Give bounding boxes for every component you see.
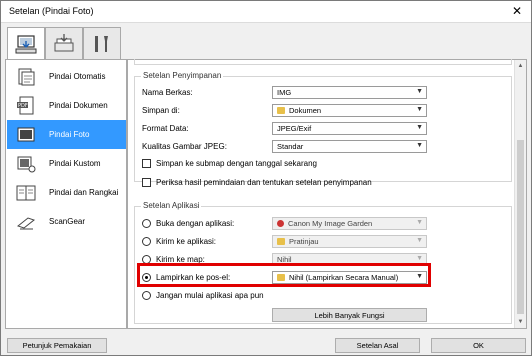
format-value: JPEG/Exif [277, 124, 312, 133]
close-icon[interactable]: ✕ [503, 1, 531, 22]
scan-from-computer-tab[interactable] [7, 27, 45, 60]
vertical-scrollbar[interactable]: ▲ ▼ [514, 60, 526, 328]
computer-scan-icon [15, 35, 37, 54]
chevron-down-icon: ▼ [416, 255, 423, 262]
custom-scan-icon [15, 153, 37, 175]
tools-icon [95, 35, 108, 52]
filename-value: IMG [277, 88, 292, 97]
open-with-radio[interactable] [142, 219, 151, 228]
chevron-down-icon: ▼ [416, 88, 423, 95]
window-title: Setelan (Pindai Foto) [9, 6, 94, 16]
photo-icon [15, 124, 37, 146]
scangear-icon [15, 211, 37, 233]
open-with-combo[interactable]: Canon My Image Garden ▼ [272, 217, 427, 230]
filename-combo[interactable]: IMG ▼ [272, 86, 427, 99]
chevron-down-icon: ▼ [416, 106, 423, 113]
send-to-app-label: Kirim ke aplikasi: [156, 237, 217, 246]
defaults-button[interactable]: Setelan Asal [335, 338, 420, 353]
chevron-down-icon: ▼ [416, 219, 423, 226]
save-in-label: Simpan di: [142, 106, 180, 115]
subfolder-checkbox[interactable] [142, 159, 151, 168]
chevron-down-icon: ▼ [416, 142, 423, 149]
nav-item-label: Pindai Otomatis [49, 72, 106, 81]
jpeg-quality-combo[interactable]: Standar ▼ [272, 140, 427, 153]
send-to-app-combo[interactable]: Pratinjau ▼ [272, 235, 427, 248]
device-scan-icon [54, 33, 74, 51]
chevron-down-icon: ▼ [416, 237, 423, 244]
scroll-down-icon[interactable]: ▼ [515, 316, 526, 328]
jpeg-quality-value: Standar [277, 142, 304, 151]
previous-group-edge [134, 59, 512, 65]
nav-item-custom-scan[interactable]: Pindai Kustom [7, 149, 126, 178]
nav-item-scangear[interactable]: ScanGear [7, 207, 126, 236]
send-to-app-radio[interactable] [142, 237, 151, 246]
scan-mode-list: Pindai Otomatis PDF Pindai Dokumen Pinda… [5, 59, 127, 329]
svg-text:PDF: PDF [18, 103, 28, 109]
do-not-start-label: Jangan mulai aplikasi apa pun [156, 291, 264, 300]
nav-item-label: Pindai dan Rangkai [49, 188, 119, 197]
app-logo-icon [277, 220, 284, 227]
tab-strip [1, 23, 531, 60]
nav-item-label: Pindai Kustom [49, 159, 101, 168]
nav-item-label: Pindai Dokumen [49, 101, 108, 110]
save-in-value: Dokumen [289, 106, 322, 115]
nav-item-document-scan[interactable]: PDF Pindai Dokumen [7, 91, 126, 120]
scroll-up-icon[interactable]: ▲ [515, 60, 526, 72]
stitch-icon [15, 182, 37, 204]
scrollbar-thumb[interactable] [517, 140, 524, 314]
save-in-combo[interactable]: Dokumen ▼ [272, 104, 427, 117]
nav-item-auto-scan[interactable]: Pindai Otomatis [7, 62, 126, 91]
folder-icon [277, 238, 285, 245]
settings-window: Setelan (Pindai Foto) ✕ Pindai Otomatis … [0, 0, 532, 356]
instructions-button[interactable]: Petunjuk Pemakaian [7, 338, 107, 353]
nav-item-label: ScanGear [49, 217, 86, 226]
jpeg-quality-label: Kualitas Gambar JPEG: [142, 142, 227, 151]
folder-icon [277, 107, 285, 114]
nav-item-scan-and-stitch[interactable]: Pindai dan Rangkai [7, 178, 126, 207]
ok-button[interactable]: OK [431, 338, 526, 353]
do-not-start-radio[interactable] [142, 291, 151, 300]
auto-scan-icon [15, 66, 37, 88]
more-functions-button[interactable]: Lebih Banyak Fungsi [272, 308, 427, 322]
nav-item-photo-scan[interactable]: Pindai Foto [7, 120, 126, 149]
open-with-label: Buka dengan aplikasi: [156, 219, 235, 228]
check-results-checkbox[interactable] [142, 178, 151, 187]
save-settings-title: Setelan Penyimpanan [141, 71, 224, 80]
general-settings-tab[interactable] [83, 27, 121, 59]
check-results-label: Periksa hasil pemindaian dan tentukan se… [156, 178, 372, 187]
subfolder-label: Simpan ke submap dengan tanggal sekarang [156, 159, 317, 168]
filename-label: Nama Berkas: [142, 88, 193, 97]
format-label: Format Data: [142, 124, 189, 133]
nav-item-label: Pindai Foto [49, 130, 90, 139]
send-to-app-value: Pratinjau [289, 237, 319, 246]
highlight-box [137, 263, 431, 287]
settings-panel: ▲ ▼ Setelan Penyimpanan Nama Berkas: IMG… [127, 59, 527, 329]
scan-from-panel-tab[interactable] [45, 27, 83, 59]
title-bar: Setelan (Pindai Foto) ✕ [1, 1, 531, 23]
chevron-down-icon: ▼ [416, 124, 423, 131]
footer-bar: Petunjuk Pemakaian Setelan Asal OK [1, 335, 531, 355]
open-with-value: Canon My Image Garden [288, 219, 373, 228]
format-combo[interactable]: JPEG/Exif ▼ [272, 122, 427, 135]
pdf-document-icon: PDF [15, 95, 37, 117]
application-settings-title: Setelan Aplikasi [141, 201, 202, 210]
